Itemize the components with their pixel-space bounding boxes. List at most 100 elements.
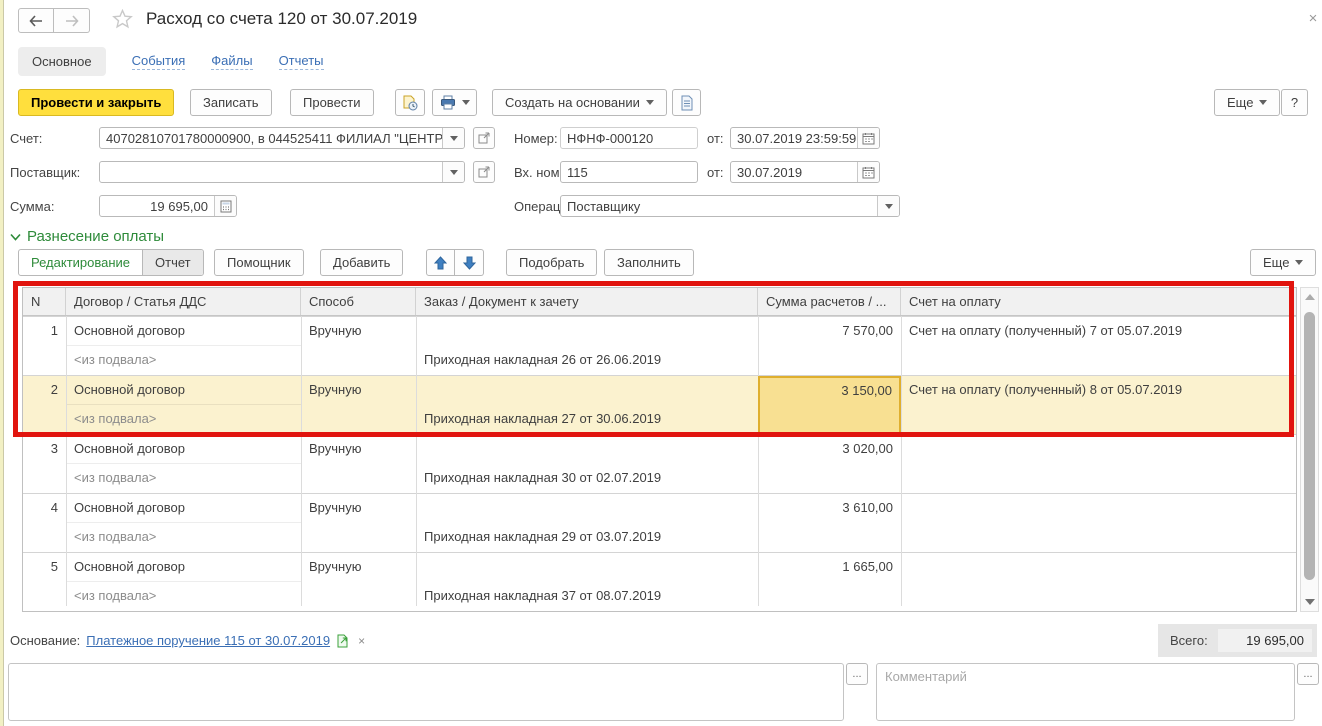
create-based-button[interactable]: Создать на основании [492, 89, 667, 116]
post-button[interactable]: Провести [290, 89, 374, 116]
cell-amount: 3 610,00 [758, 494, 901, 523]
forward-arrow-icon [65, 15, 79, 27]
incoming-number-field[interactable]: 115 [560, 161, 698, 183]
amount-field[interactable]: 19 695,00 [99, 195, 237, 217]
comment-expand-button[interactable]: ... [1297, 663, 1319, 685]
header-more-caret-icon [1259, 100, 1267, 105]
basis-text-area[interactable] [8, 663, 844, 721]
basis-link[interactable]: Платежное поручение 115 от 30.07.2019 [86, 633, 330, 648]
cell-n: 5 [23, 553, 66, 582]
tab-reports[interactable]: Отчеты [279, 53, 324, 70]
print-icon [440, 95, 456, 110]
number-date-field[interactable]: 30.07.2019 23:59:59 [730, 127, 880, 149]
table-row[interactable]: 1 Основной договор <из подвала> Вручную … [23, 316, 1296, 375]
scrollbar-thumb[interactable] [1304, 312, 1315, 580]
table-vertical-scrollbar[interactable] [1300, 287, 1319, 612]
number-date-label: от: [707, 127, 724, 149]
move-up-button[interactable] [426, 249, 455, 276]
incoming-date-calendar-button[interactable] [857, 162, 879, 182]
close-icon[interactable]: × [1303, 8, 1322, 28]
print-button[interactable] [432, 89, 477, 116]
col-header-contract[interactable]: Договор / Статья ДДС [66, 288, 301, 315]
assistant-button[interactable]: Помощник [214, 249, 304, 276]
cell-method: Вручную [301, 435, 416, 464]
tab-main[interactable]: Основное [18, 47, 106, 76]
number-value: НФНФ-000120 [561, 131, 697, 146]
supplier-open-button[interactable] [473, 161, 495, 183]
cell-method: Вручную [301, 553, 416, 582]
col-header-n[interactable]: N [23, 288, 66, 315]
cell-contract: Основной договор [66, 553, 301, 582]
incoming-number-value: 115 [561, 165, 697, 180]
number-field[interactable]: НФНФ-000120 [560, 127, 698, 149]
add-row-button[interactable]: Добавить [320, 249, 403, 276]
move-down-button[interactable] [455, 249, 484, 276]
header-more-label: Еще [1227, 95, 1253, 110]
cell-method: Вручную [301, 376, 416, 405]
account-field[interactable]: 40702810701780000900, в 044525411 ФИЛИАЛ… [99, 127, 465, 149]
move-row-buttons [426, 249, 484, 276]
help-button[interactable]: ? [1281, 89, 1308, 116]
payments-more-label: Еще [1263, 255, 1289, 270]
col-header-amount[interactable]: Сумма расчетов / ... [758, 288, 901, 315]
related-documents-button[interactable] [672, 89, 701, 116]
supplier-dropdown-button[interactable] [442, 162, 464, 182]
basis-text-expand-button[interactable]: ... [846, 663, 868, 685]
nav-tabs: Основное События Файлы Отчеты [18, 46, 324, 76]
number-label: Номер: [514, 127, 558, 149]
print-dropdown-caret-icon [462, 100, 470, 105]
payments-section-toggle[interactable]: Разнесение оплаты [10, 228, 164, 245]
back-arrow-icon [29, 15, 43, 27]
document-clock-icon [402, 95, 418, 111]
payments-table: N Договор / Статья ДДС Способ Заказ / До… [22, 287, 1297, 612]
col-header-invoice[interactable]: Счет на оплату [901, 288, 1296, 315]
edit-mode-button[interactable]: Редактирование [19, 250, 142, 275]
comment-field[interactable]: Комментарий [876, 663, 1295, 721]
set-posting-time-button[interactable] [395, 89, 425, 116]
account-dropdown-button[interactable] [442, 128, 464, 148]
operation-value: Поставщику [561, 199, 877, 214]
table-row[interactable]: 3 Основной договор <из подвала> Вручную … [23, 434, 1296, 493]
tab-events[interactable]: События [132, 53, 186, 70]
active-amount-cell[interactable]: 3 150,00 [758, 376, 901, 434]
basis-open-icon[interactable] [336, 634, 350, 648]
post-and-close-button[interactable]: Провести и закрыть [18, 89, 174, 116]
table-row[interactable]: 4 Основной договор <из подвала> Вручную … [23, 493, 1296, 552]
fill-button[interactable]: Заполнить [604, 249, 694, 276]
cell-n: 3 [23, 435, 66, 464]
scroll-up-button[interactable] [1301, 288, 1318, 306]
col-header-order[interactable]: Заказ / Документ к зачету [416, 288, 758, 315]
number-date-calendar-button[interactable] [857, 128, 879, 148]
pick-button[interactable]: Подобрать [506, 249, 597, 276]
operation-select[interactable]: Поставщику [560, 195, 900, 217]
operation-dropdown-button[interactable] [877, 196, 899, 216]
down-arrow-icon [463, 256, 476, 270]
table-row-selected[interactable]: 2 Основной договор <из подвала> Вручную … [23, 375, 1296, 434]
incoming-date-field[interactable]: 30.07.2019 [730, 161, 880, 183]
basis-label: Основание: [10, 633, 80, 648]
tab-files[interactable]: Файлы [211, 53, 252, 70]
header-more-button[interactable]: Еще [1214, 89, 1280, 116]
amount-calculator-button[interactable] [214, 196, 236, 216]
document-lines-icon [680, 95, 694, 111]
cell-n: 4 [23, 494, 66, 523]
favorite-star-icon[interactable] [112, 9, 133, 32]
incoming-date-label: от: [707, 161, 724, 183]
col-header-method[interactable]: Способ [301, 288, 416, 315]
incoming-date-value: 30.07.2019 [731, 165, 857, 180]
forward-button[interactable] [54, 8, 90, 33]
payments-more-button[interactable]: Еще [1250, 249, 1316, 276]
cell-invoice: Счет на оплату (полученный) 8 от 05.07.2… [901, 376, 1296, 405]
document-window: Расход со счета 120 от 30.07.2019 × Осно… [0, 0, 1322, 726]
account-open-button[interactable] [473, 127, 495, 149]
basis-clear-icon[interactable]: × [358, 634, 365, 648]
cell-amount: 1 665,00 [758, 553, 901, 582]
supplier-field[interactable] [99, 161, 465, 183]
scroll-down-button[interactable] [1301, 593, 1318, 611]
comment-placeholder: Комментарий [885, 669, 967, 684]
table-row[interactable]: 5 Основной договор <из подвала> Вручную … [23, 552, 1296, 611]
cell-n: 1 [23, 317, 66, 346]
report-mode-button[interactable]: Отчет [142, 250, 203, 275]
write-button[interactable]: Записать [190, 89, 272, 116]
back-button[interactable] [18, 8, 54, 33]
